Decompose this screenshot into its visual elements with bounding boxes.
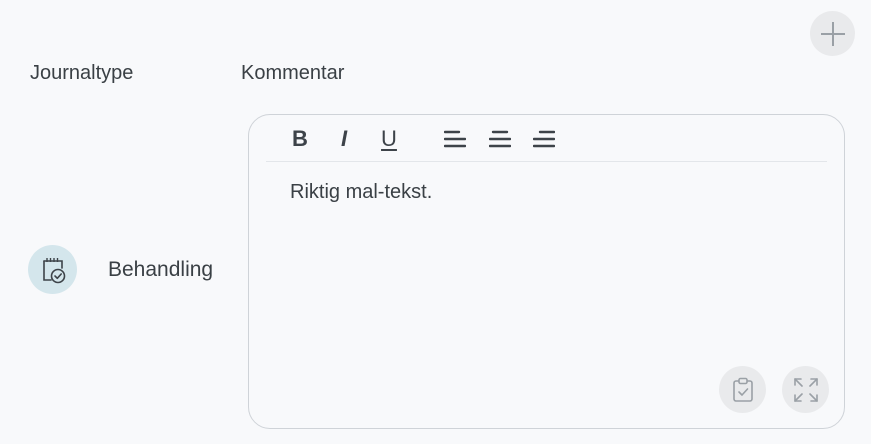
clipboard-check-icon (42, 257, 65, 283)
italic-button[interactable]: I (332, 127, 356, 151)
insert-template-button[interactable] (719, 366, 766, 413)
editor-toolbar: B I U (266, 115, 827, 162)
align-center-button[interactable] (488, 127, 512, 151)
column-header-journaltype: Journaltype (30, 62, 134, 84)
journal-type-avatar (28, 245, 77, 294)
add-row-button[interactable] (810, 11, 855, 56)
journal-type-label: Behandling (108, 258, 214, 281)
align-left-icon (444, 130, 466, 148)
italic-icon: I (340, 126, 348, 151)
align-left-button[interactable] (443, 127, 467, 151)
expand-icon (793, 377, 818, 402)
align-right-button[interactable] (532, 127, 556, 151)
expand-editor-button[interactable] (782, 366, 829, 413)
bold-button[interactable]: B (288, 127, 312, 151)
bold-icon: B (292, 126, 308, 151)
column-header-kommentar: Kommentar (241, 62, 345, 84)
underline-button[interactable]: U (377, 127, 401, 151)
clipboard-icon (732, 377, 753, 402)
underline-icon: U (381, 126, 397, 151)
align-center-icon (489, 130, 511, 148)
comment-editor[interactable]: B I U Riktig mal-tekst. (248, 114, 845, 429)
comment-text-area[interactable]: Riktig mal-tekst. (290, 181, 814, 204)
plus-icon (820, 21, 845, 46)
align-right-icon (533, 130, 555, 148)
